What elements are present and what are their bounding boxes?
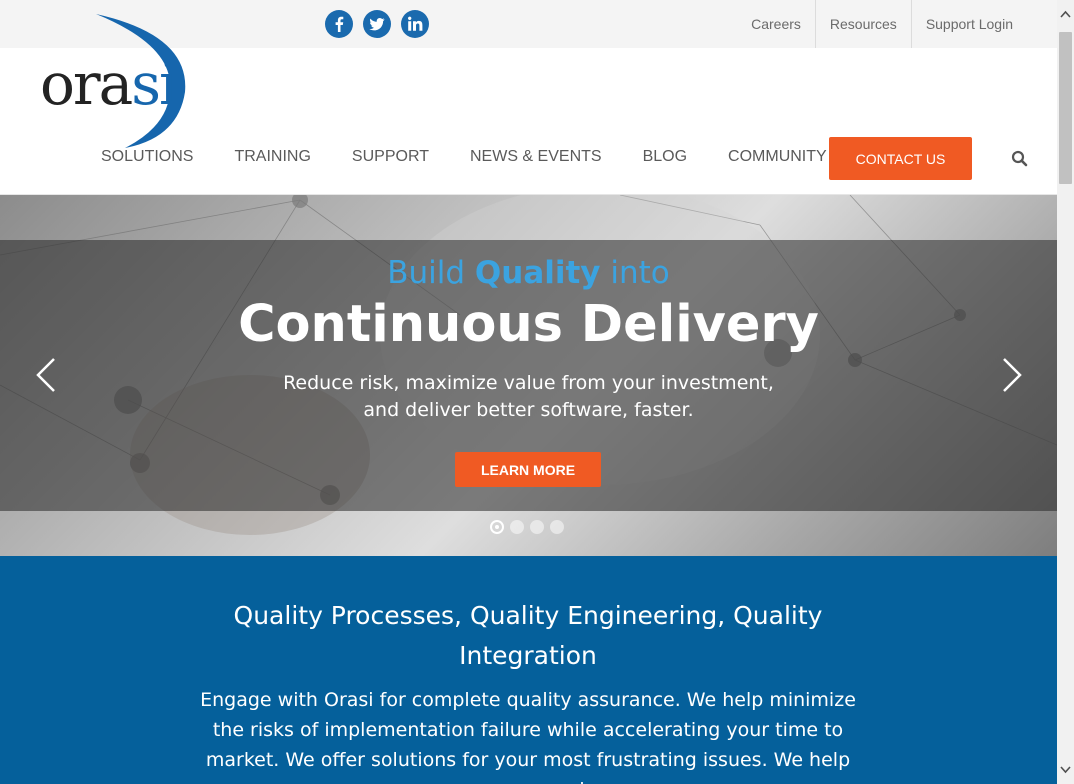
slider-dot-1[interactable]: [490, 520, 504, 534]
slider-dot-4[interactable]: [550, 520, 564, 534]
nav-news-events[interactable]: NEWS & EVENTS: [470, 148, 602, 166]
nav-training[interactable]: TRAINING: [234, 148, 310, 166]
site-header: orasi SOLUTIONS TRAINING SUPPORT NEWS & …: [0, 14, 1057, 195]
slider-dot-3[interactable]: [530, 520, 544, 534]
nav-community[interactable]: COMMUNITY: [728, 148, 827, 166]
page: Careers Resources Support Login orasi SO…: [0, 0, 1057, 784]
hero-kicker: Build Quality into: [387, 255, 670, 291]
nav-blog[interactable]: BLOG: [643, 148, 687, 166]
twitter-icon[interactable]: [363, 10, 391, 38]
utility-links: Careers Resources Support Login: [737, 0, 1027, 48]
hero-subtitle: Reduce risk, maximize value from your in…: [283, 372, 774, 421]
hero-slider: Build Quality into Continuous Delivery R…: [0, 195, 1057, 556]
social-links: [325, 10, 429, 38]
intro-title: Quality Processes, Quality Engineering, …: [233, 601, 823, 670]
chevron-right-icon[interactable]: [1000, 355, 1024, 395]
learn-more-button[interactable]: LEARN MORE: [455, 452, 601, 487]
search-icon[interactable]: [1010, 149, 1030, 169]
support-login-link[interactable]: Support Login: [910, 0, 1027, 48]
slider-dot-2[interactable]: [510, 520, 524, 534]
scroll-thumb[interactable]: [1059, 32, 1072, 184]
orasi-logo[interactable]: orasi: [40, 10, 200, 150]
nav-support[interactable]: SUPPORT: [352, 148, 429, 166]
careers-link[interactable]: Careers: [737, 0, 815, 48]
logo-wordmark: orasi: [40, 50, 178, 118]
hero-title: Continuous Delivery: [238, 295, 819, 354]
facebook-icon[interactable]: [325, 10, 353, 38]
scroll-down-icon[interactable]: [1057, 756, 1074, 784]
nav-solutions[interactable]: SOLUTIONS: [101, 148, 193, 166]
slider-dots: [490, 520, 564, 534]
main-navigation: SOLUTIONS TRAINING SUPPORT NEWS & EVENTS…: [101, 148, 868, 166]
vertical-scrollbar[interactable]: [1057, 0, 1074, 784]
intro-body: Engage with Orasi for complete quality a…: [200, 689, 856, 784]
resources-link[interactable]: Resources: [814, 0, 911, 48]
chevron-left-icon[interactable]: [34, 355, 58, 395]
linkedin-icon[interactable]: [401, 10, 429, 38]
intro-section: Quality Processes, Quality Engineering, …: [0, 556, 1057, 784]
scroll-up-icon[interactable]: [1057, 0, 1074, 28]
contact-us-button[interactable]: CONTACT US: [829, 137, 972, 180]
